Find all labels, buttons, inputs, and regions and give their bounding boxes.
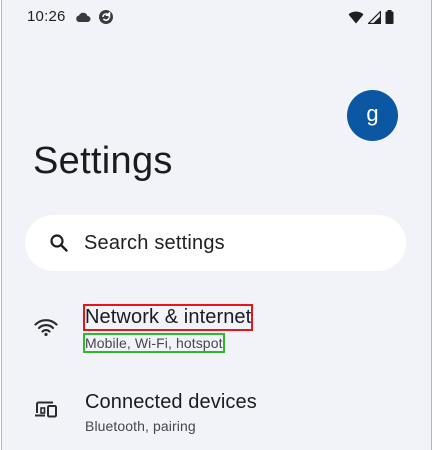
search-bar[interactable]: Search settings	[25, 215, 406, 271]
status-system-icons	[348, 7, 394, 27]
status-notification-icons	[75, 7, 114, 27]
cloud-icon	[75, 11, 91, 23]
wifi-status-icon	[348, 11, 364, 24]
connected-devices-icon	[33, 397, 59, 423]
page-title: Settings	[33, 140, 173, 182]
status-time: 10:26	[27, 8, 66, 25]
cell-signal-icon	[368, 10, 381, 24]
avatar-letter: g	[366, 100, 379, 126]
settings-item-subtitle: Mobile, Wi-Fi, hotspot	[83, 333, 225, 353]
sync-icon	[98, 9, 114, 25]
account-avatar[interactable]: g	[347, 90, 398, 141]
search-placeholder: Search settings	[84, 231, 225, 254]
settings-item-title: Connected devices	[85, 391, 257, 413]
settings-item-network[interactable]: Network & internet Mobile, Wi-Fi, hotspo…	[1, 300, 432, 362]
status-bar: 10:26	[1, 0, 432, 36]
search-icon	[47, 231, 71, 255]
battery-icon	[385, 10, 394, 24]
settings-screen: 10:26 g Settings Search settings Network…	[1, 0, 432, 450]
settings-item-connected-devices[interactable]: Connected devices Bluetooth, pairing	[1, 384, 432, 446]
wifi-icon	[33, 314, 59, 340]
settings-item-subtitle: Bluetooth, pairing	[85, 418, 196, 434]
settings-item-title: Network & internet	[82, 304, 254, 331]
